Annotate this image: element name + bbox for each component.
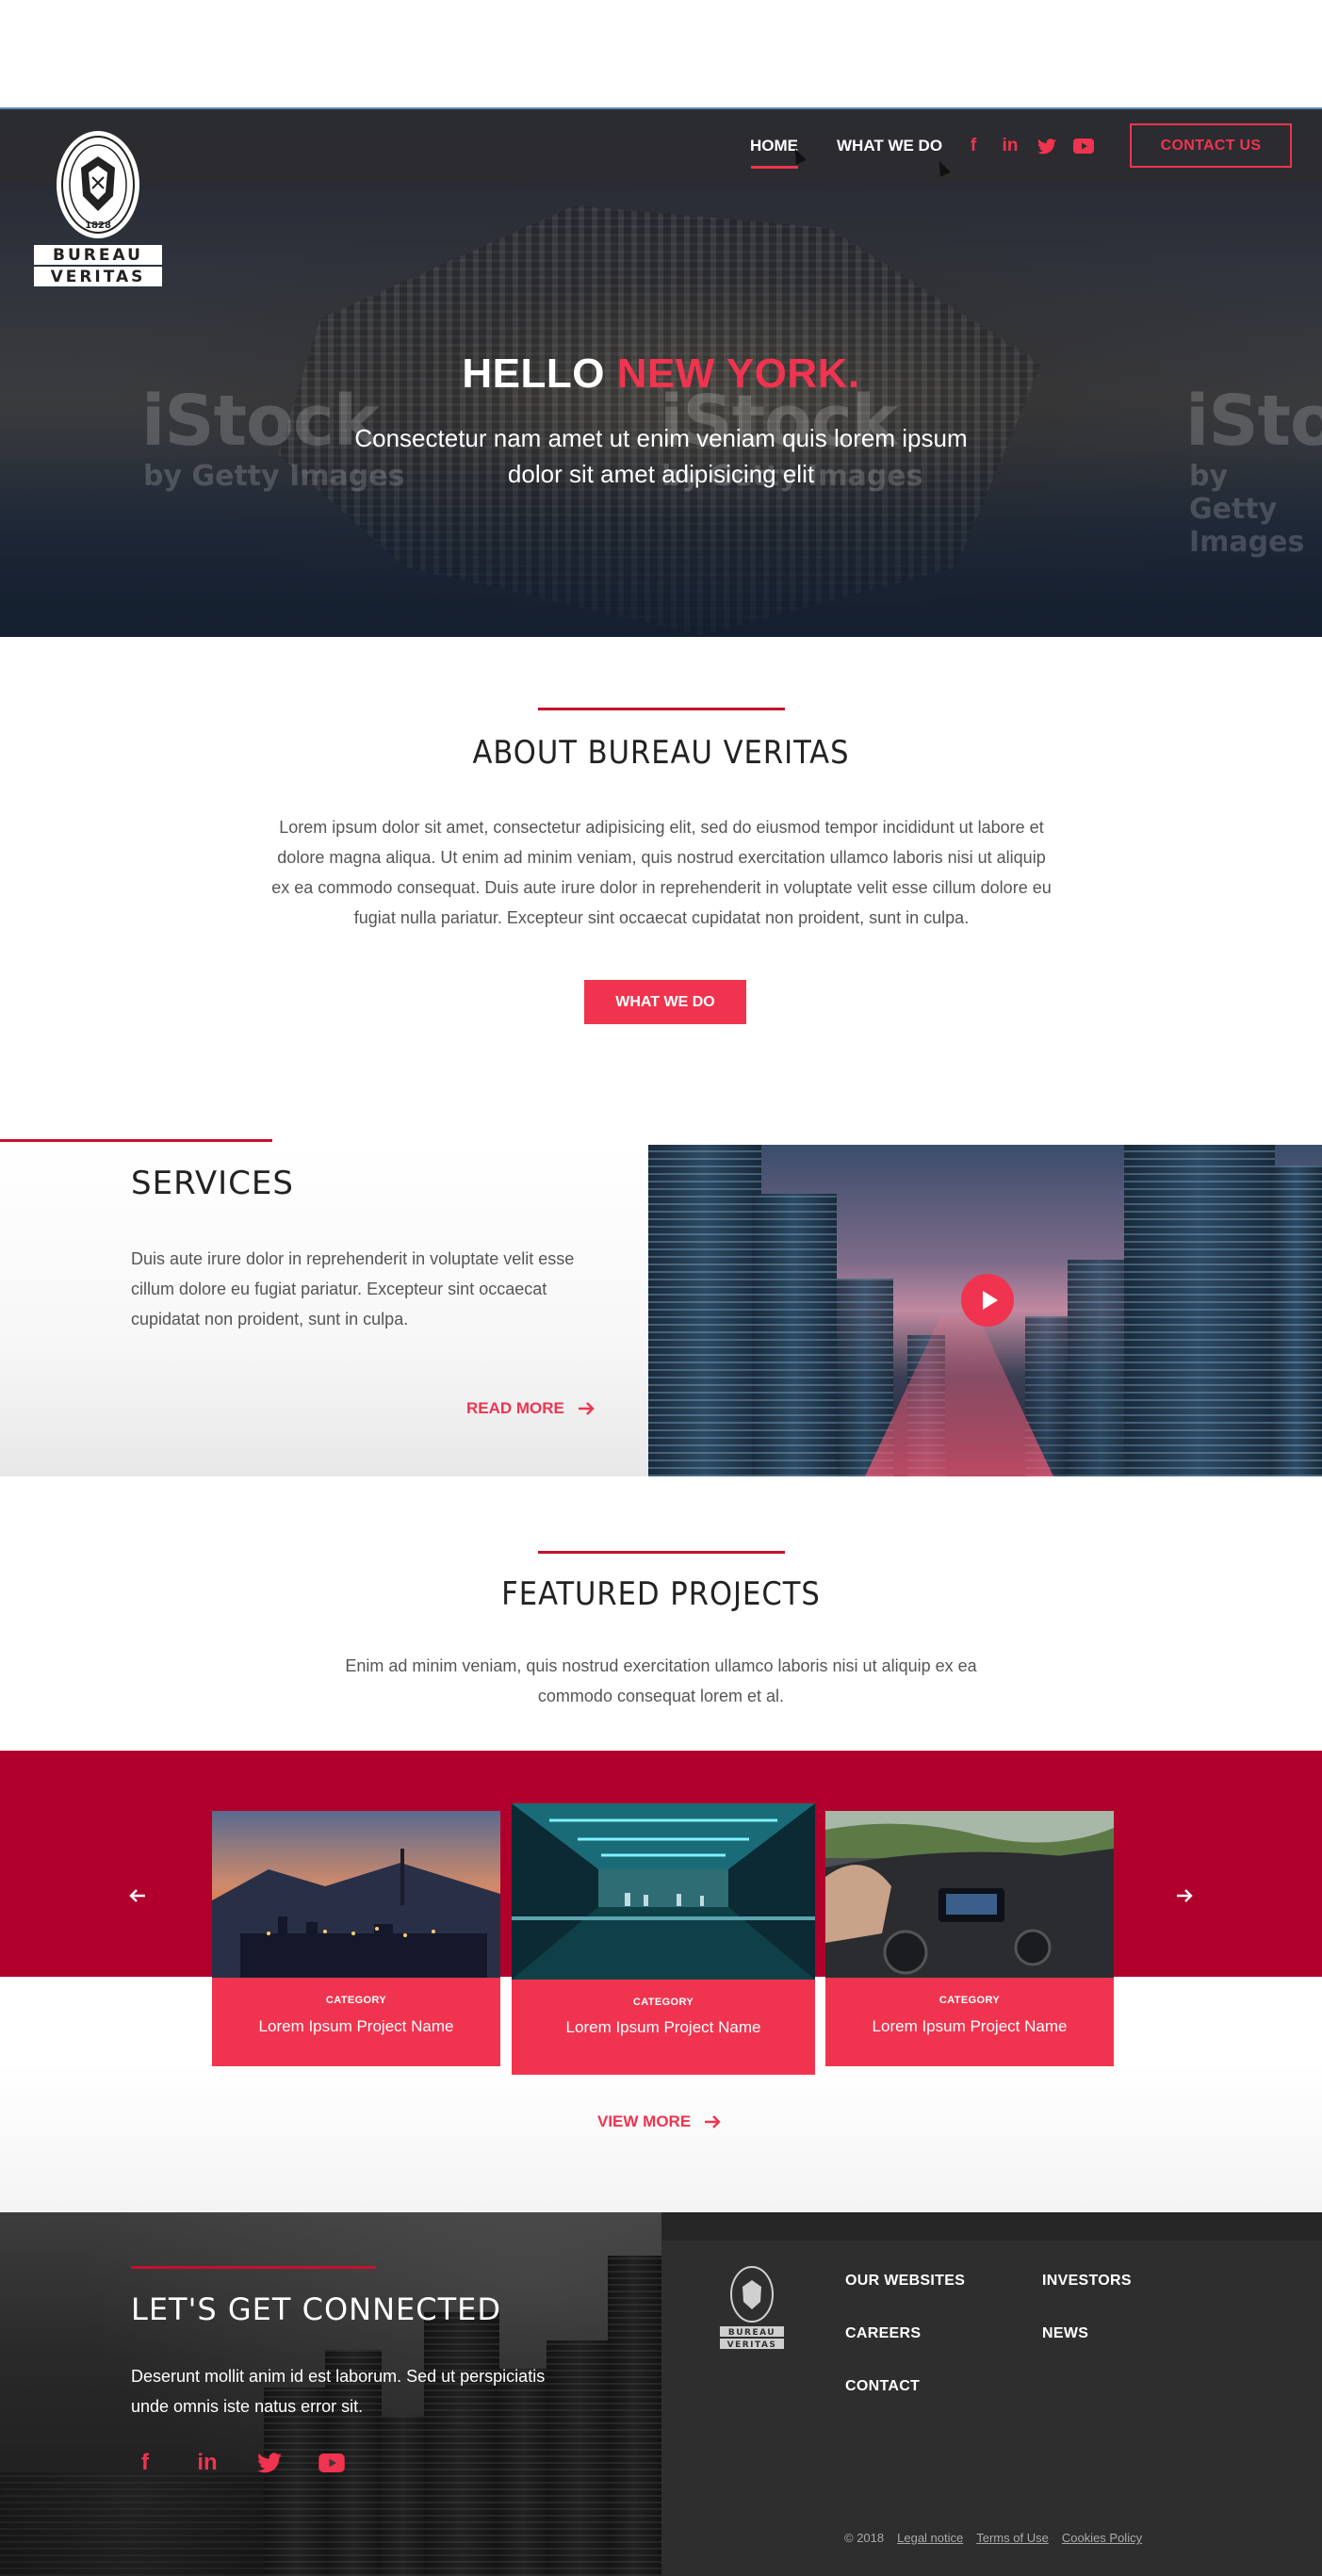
services-text: Duis aute irure dolor in reprehenderit i… [131, 1249, 575, 1329]
arrow-right-icon [705, 2115, 721, 2128]
project-name: Lorem Ipsum Project Name [872, 2017, 1068, 2035]
view-more-link[interactable]: VIEW MORE [597, 2112, 721, 2131]
twitter-icon[interactable] [1036, 135, 1057, 157]
facebook-icon[interactable]: f [128, 2450, 162, 2476]
footer-link-news[interactable]: NEWS [1042, 2325, 1088, 2342]
play-icon[interactable] [961, 1274, 1014, 1327]
about-divider [538, 708, 785, 710]
footer-link-investors[interactable]: INVESTORS [1042, 2273, 1132, 2290]
project-category: CATEGORY [325, 1995, 387, 2006]
arrow-right-icon [578, 1402, 595, 1415]
bureau-veritas-logo[interactable]: 1828 BUREAU VERITAS [32, 130, 164, 290]
project-image [512, 1803, 815, 1980]
youtube-icon[interactable] [315, 2454, 349, 2472]
project-image [825, 1811, 1114, 1978]
linkedin-icon[interactable]: in [1000, 135, 1020, 157]
project-name: Lorem Ipsum Project Name [565, 2018, 761, 2036]
page: iStock by Getty Images iStock by Getty I… [0, 0, 1322, 2576]
carousel-next-icon[interactable] [1176, 1883, 1193, 1908]
nav-active-indicator [751, 166, 798, 169]
footer-text: Deserunt mollit anim id est laborum. Sed… [131, 2367, 546, 2416]
project-image [212, 1811, 500, 1978]
hero-title: HELLO NEW YORK. [0, 351, 1322, 398]
read-more-link[interactable]: READ MORE [466, 1399, 595, 1418]
hero-subtitle: Consectetur nam amet ut enim veniam quis… [354, 424, 968, 488]
header-social-links: f in [963, 135, 1094, 157]
footer-title: LET'S GET CONNECTED [131, 2291, 501, 2327]
project-card[interactable]: CATEGORY Lorem Ipsum Project Name [512, 1803, 815, 2075]
facebook-icon[interactable]: f [963, 135, 984, 157]
watermark-subtext: by Getty Images [1189, 460, 1305, 559]
featured-title: FEATURED PROJECTS [501, 1575, 821, 1613]
services-divider [0, 1139, 272, 1142]
footer-link-careers[interactable]: CAREERS [845, 2325, 921, 2342]
project-card[interactable]: CATEGORY Lorem Ipsum Project Name [825, 1811, 1114, 2066]
cookies-link[interactable]: Cookies Policy [1062, 2531, 1142, 2545]
about-title: ABOUT BUREAU VERITAS [472, 734, 850, 772]
hero-title-accent: NEW YORK. [616, 351, 860, 397]
footer-logo-line1: BUREAU [728, 2328, 775, 2338]
featured-divider [538, 1551, 785, 1554]
footer-social-links: f in [128, 2450, 349, 2476]
linkedin-icon[interactable]: in [190, 2450, 224, 2476]
footer-logo[interactable]: BUREAU VERITAS [716, 2266, 788, 2353]
project-card[interactable]: CATEGORY Lorem Ipsum Project Name [212, 1811, 500, 2066]
terms-link[interactable]: Terms of Use [976, 2531, 1049, 2545]
youtube-icon[interactable] [1073, 135, 1094, 157]
top-navigation-bar [0, 107, 1322, 183]
what-we-do-button[interactable]: WHAT WE DO [584, 980, 746, 1024]
hero-title-white: HELLO [462, 351, 617, 397]
footer-link-contact[interactable]: CONTACT [845, 2378, 920, 2395]
featured-fade [0, 2063, 1322, 2212]
footer-divider [131, 2266, 376, 2269]
legal-notice-link[interactable]: Legal notice [897, 2531, 963, 2545]
about-text: Lorem ipsum dolor sit amet, consectetur … [271, 818, 1052, 927]
top-border [0, 107, 1322, 109]
project-category: CATEGORY [632, 1997, 694, 2008]
project-name: Lorem Ipsum Project Name [258, 2017, 454, 2035]
logo-name-line1: BUREAU [53, 246, 143, 265]
project-category: CATEGORY [938, 1995, 1001, 2006]
logo-name-line2: VERITAS [51, 268, 146, 286]
read-more-label: READ MORE [466, 1399, 564, 1417]
footer-link-our-websites[interactable]: OUR WEBSITES [845, 2273, 965, 2290]
logo-year: 1828 [85, 220, 111, 231]
services-title: SERVICES [131, 1165, 294, 1202]
services-video[interactable] [648, 1145, 1322, 1476]
footer-logo-line2: VERITAS [727, 2340, 777, 2350]
copyright: © 2018 [844, 2531, 885, 2545]
nav-what-we-do[interactable]: WHAT WE DO [837, 137, 942, 155]
legal-links: © 2018 Legal notice Terms of Use Cookies… [844, 2531, 1142, 2545]
carousel-prev-icon[interactable] [129, 1883, 146, 1908]
view-more-label: VIEW MORE [597, 2112, 692, 2130]
twitter-icon[interactable] [253, 2453, 286, 2473]
featured-text: Enim ad minim veniam, quis nostrud exerc… [345, 1656, 977, 1705]
contact-us-button[interactable]: CONTACT US [1130, 123, 1292, 168]
